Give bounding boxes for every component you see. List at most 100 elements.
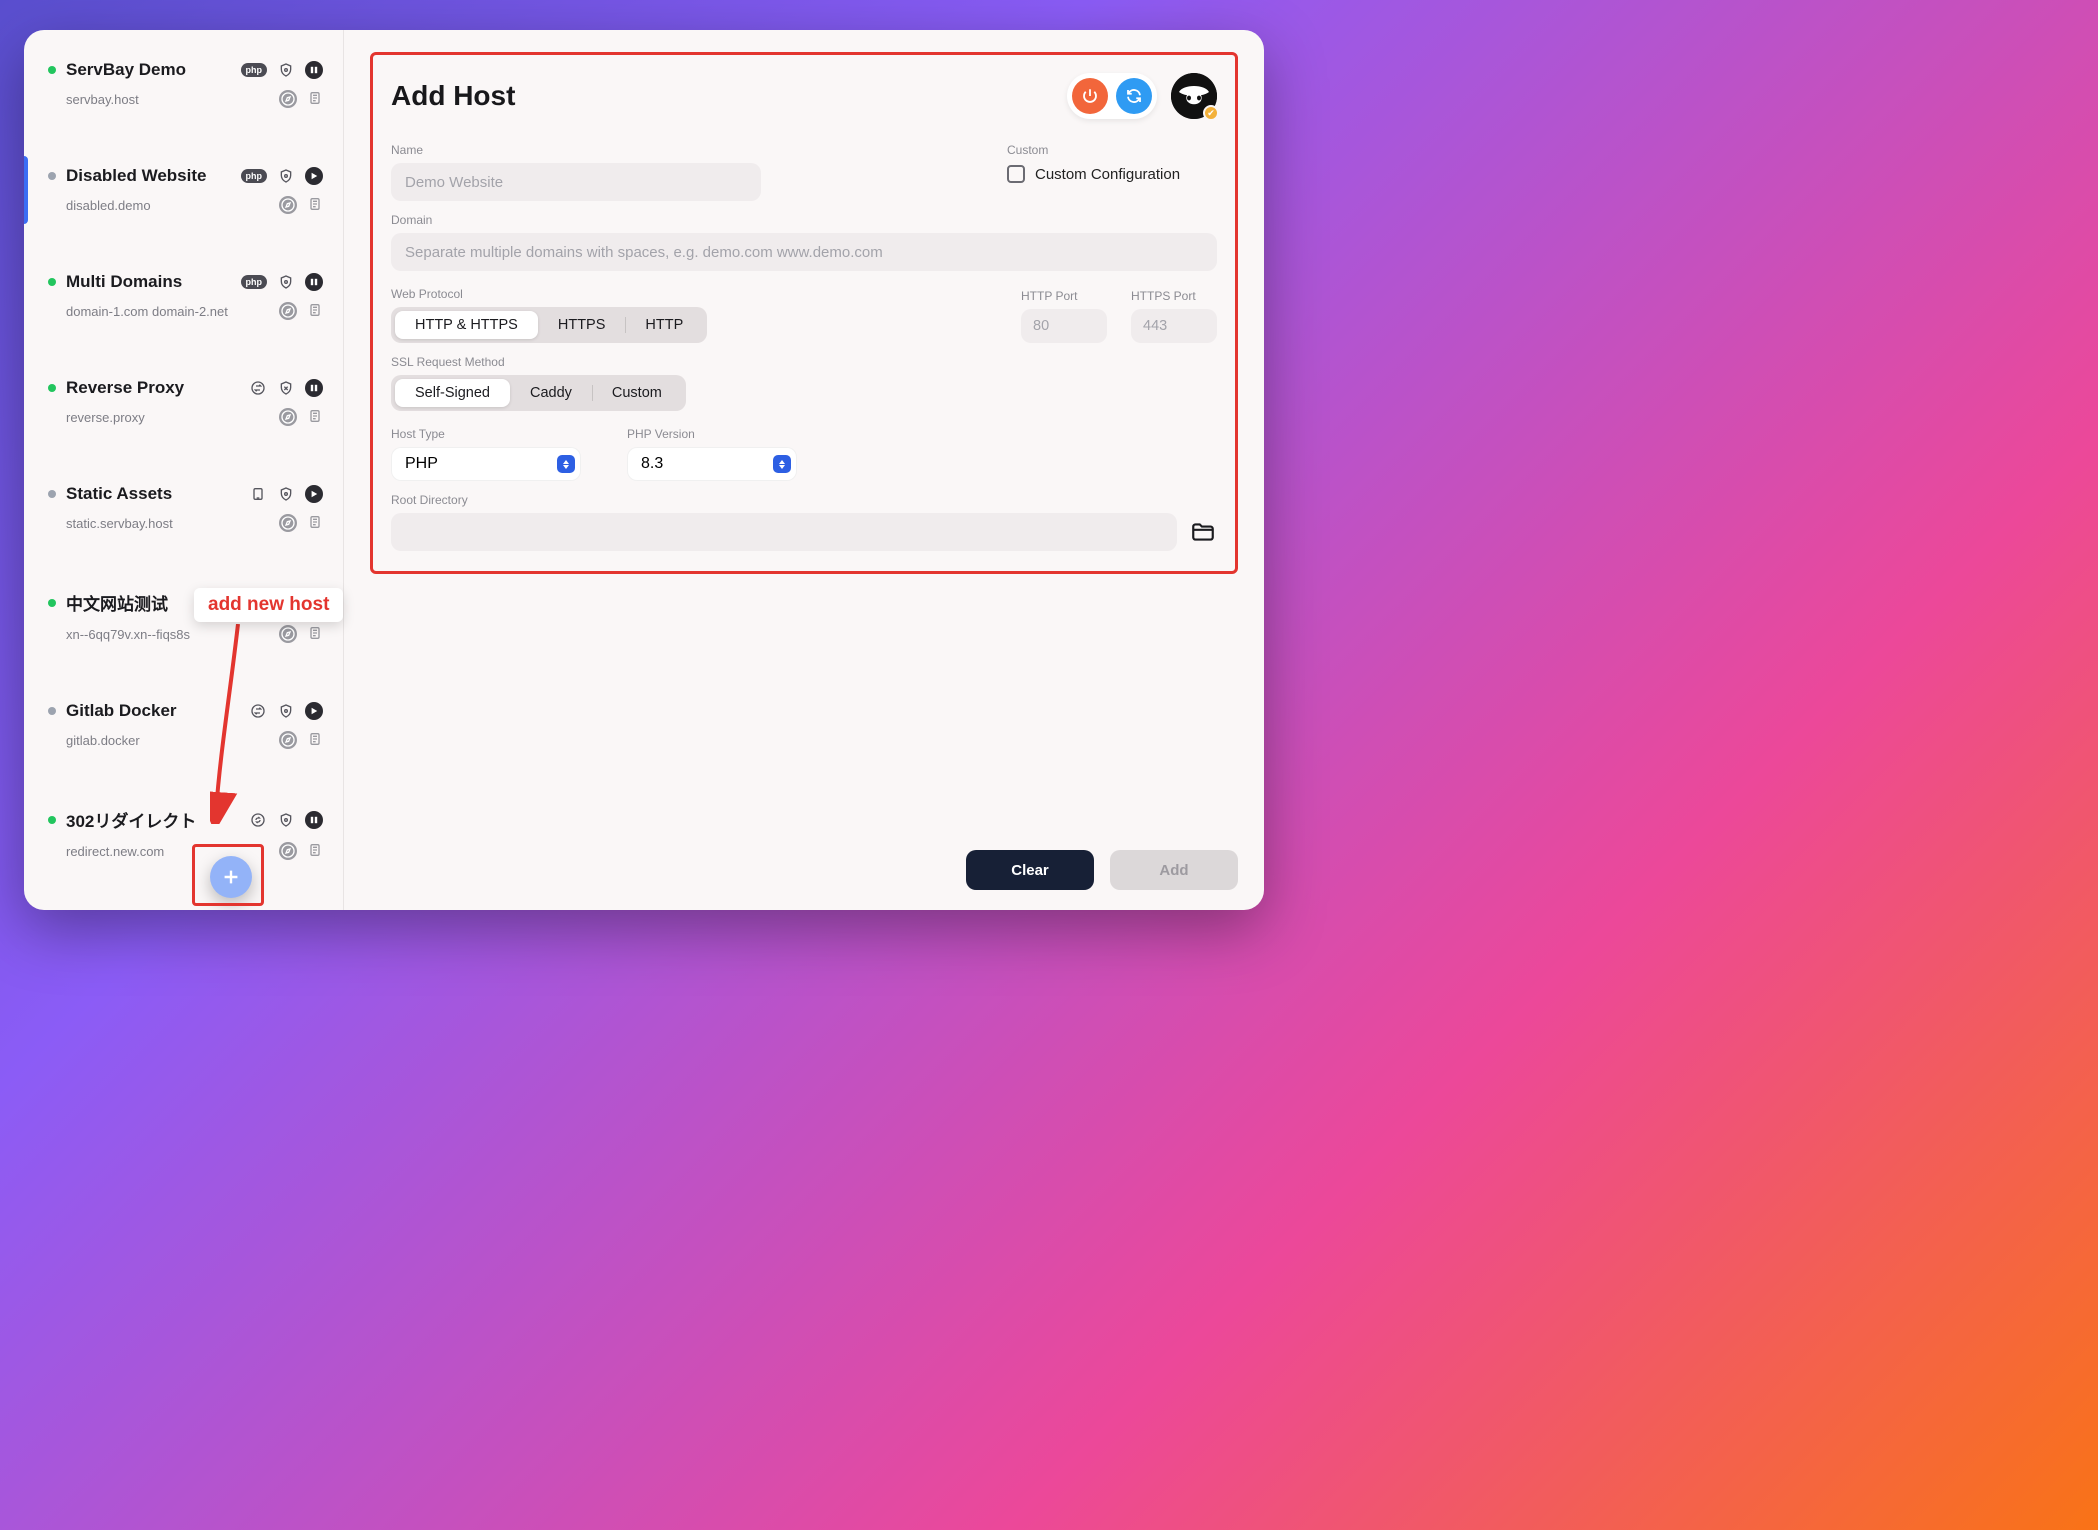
- web-protocol-segmented[interactable]: HTTP & HTTPSHTTPSHTTP: [391, 307, 707, 343]
- site-domain: static.servbay.host: [66, 516, 173, 531]
- header-action-pill: [1067, 73, 1157, 119]
- site-title: Multi Domains: [66, 272, 231, 292]
- footer-actions: Clear Add: [966, 850, 1238, 890]
- pause-icon[interactable]: [305, 379, 323, 397]
- shield-lock-icon: [277, 702, 295, 720]
- add-button[interactable]: Add: [1110, 850, 1238, 890]
- site-domain: reverse.proxy: [66, 410, 145, 425]
- site-title: ServBay Demo: [66, 60, 231, 80]
- shield-x-icon: [277, 379, 295, 397]
- shield-lock-icon: [277, 167, 295, 185]
- segment-option[interactable]: Caddy: [510, 379, 592, 407]
- compass-icon[interactable]: [279, 842, 297, 860]
- pause-icon[interactable]: [305, 594, 323, 612]
- browse-folder-button[interactable]: [1189, 518, 1217, 546]
- segment-option[interactable]: HTTP: [625, 311, 703, 339]
- http-port-label: HTTP Port: [1021, 289, 1107, 303]
- domain-input[interactable]: [391, 233, 1217, 271]
- php-icon: php: [241, 63, 268, 77]
- site-title: Reverse Proxy: [66, 378, 239, 398]
- segment-option[interactable]: HTTP & HTTPS: [395, 311, 538, 339]
- sidebar-item[interactable]: ServBay Demo php servbay.host: [24, 46, 343, 122]
- custom-config-checkbox[interactable]: [1007, 165, 1025, 183]
- php-version-label: PHP Version: [627, 427, 797, 441]
- https-port-input[interactable]: [1131, 309, 1217, 343]
- root-dir-input[interactable]: [391, 513, 1177, 551]
- compass-icon[interactable]: [279, 302, 297, 320]
- compass-icon[interactable]: [279, 731, 297, 749]
- note-icon[interactable]: [307, 408, 323, 424]
- name-label: Name: [391, 143, 977, 157]
- avatar[interactable]: ✔: [1171, 73, 1217, 119]
- add-host-fab[interactable]: [210, 856, 252, 898]
- status-dot-icon: [48, 384, 56, 392]
- pause-icon[interactable]: [305, 61, 323, 79]
- php-version-value: 8.3: [641, 455, 663, 473]
- clear-button[interactable]: Clear: [966, 850, 1094, 890]
- status-dot-icon: [48, 707, 56, 715]
- site-title: Static Assets: [66, 484, 239, 504]
- note-icon[interactable]: [307, 302, 323, 318]
- swap-icon: [249, 702, 267, 720]
- note-icon[interactable]: [307, 196, 323, 212]
- site-domain: redirect.new.com: [66, 844, 164, 859]
- http-port-input[interactable]: [1021, 309, 1107, 343]
- sidebar-item[interactable]: Static Assets static.servbay.host: [24, 470, 343, 546]
- name-input[interactable]: [391, 163, 761, 201]
- site-title: 302リダイレクト: [66, 807, 239, 832]
- site-domain: domain-1.com domain-2.net: [66, 304, 228, 319]
- segment-option[interactable]: Custom: [592, 379, 682, 407]
- shield-lock-icon: [277, 594, 295, 612]
- status-dot-icon: [48, 278, 56, 286]
- sidebar-item[interactable]: Disabled Websitephpdisabled.demo: [24, 152, 343, 228]
- https-port-label: HTTPS Port: [1131, 289, 1217, 303]
- segment-option[interactable]: HTTPS: [538, 311, 626, 339]
- php-icon: php: [241, 596, 268, 610]
- sidebar-item[interactable]: 302リダイレクト redirect.new.com: [24, 793, 343, 874]
- pause-icon[interactable]: [305, 811, 323, 829]
- shield-lock-icon: [277, 485, 295, 503]
- root-dir-label: Root Directory: [391, 493, 1217, 507]
- shield-lock-icon: [277, 273, 295, 291]
- play-icon[interactable]: [305, 485, 323, 503]
- sidebar-item[interactable]: Gitlab Dockergitlab.docker: [24, 687, 343, 763]
- compass-icon[interactable]: [279, 408, 297, 426]
- device-icon: [249, 485, 267, 503]
- compass-icon[interactable]: [279, 514, 297, 532]
- redirect-icon: [249, 811, 267, 829]
- sidebar-item[interactable]: Multi Domains php domain-1.com domain-2.ne…: [24, 258, 343, 334]
- segment-option[interactable]: Self-Signed: [395, 379, 510, 407]
- php-icon: php: [241, 275, 268, 289]
- page-title: Add Host: [391, 80, 1067, 112]
- play-icon[interactable]: [305, 167, 323, 185]
- refresh-button[interactable]: [1116, 78, 1152, 114]
- ssl-method-segmented[interactable]: Self-SignedCaddyCustom: [391, 375, 686, 411]
- power-button[interactable]: [1072, 78, 1108, 114]
- site-domain: disabled.demo: [66, 198, 151, 213]
- ssl-method-label: SSL Request Method: [391, 355, 1217, 369]
- host-type-select[interactable]: PHP: [391, 447, 581, 481]
- php-version-select[interactable]: 8.3: [627, 447, 797, 481]
- web-protocol-label: Web Protocol: [391, 287, 997, 301]
- play-icon[interactable]: [305, 702, 323, 720]
- site-domain: servbay.host: [66, 92, 139, 107]
- site-domain: xn--6qq79v.xn--fiqs8s: [66, 627, 190, 642]
- host-type-value: PHP: [405, 455, 438, 473]
- note-icon[interactable]: [307, 625, 323, 641]
- sidebar: ServBay Demophpservbay.hostDisabled Webs…: [24, 30, 344, 910]
- avatar-badge-icon: ✔: [1203, 105, 1219, 121]
- sidebar-item[interactable]: Reverse Proxy reverse.proxy: [24, 364, 343, 440]
- note-icon[interactable]: [307, 731, 323, 747]
- app-window: ServBay Demophpservbay.hostDisabled Webs…: [24, 30, 1264, 910]
- compass-icon[interactable]: [279, 90, 297, 108]
- sidebar-item[interactable]: 中文网站测试phpxn--6qq79v.xn--fiqs8s: [24, 576, 343, 657]
- pause-icon[interactable]: [305, 273, 323, 291]
- compass-icon[interactable]: [279, 625, 297, 643]
- compass-icon[interactable]: [279, 196, 297, 214]
- note-icon[interactable]: [307, 90, 323, 106]
- php-icon: php: [241, 169, 268, 183]
- note-icon[interactable]: [307, 514, 323, 530]
- note-icon[interactable]: [307, 842, 323, 858]
- domain-label: Domain: [391, 213, 1217, 227]
- shield-lock-icon: [277, 811, 295, 829]
